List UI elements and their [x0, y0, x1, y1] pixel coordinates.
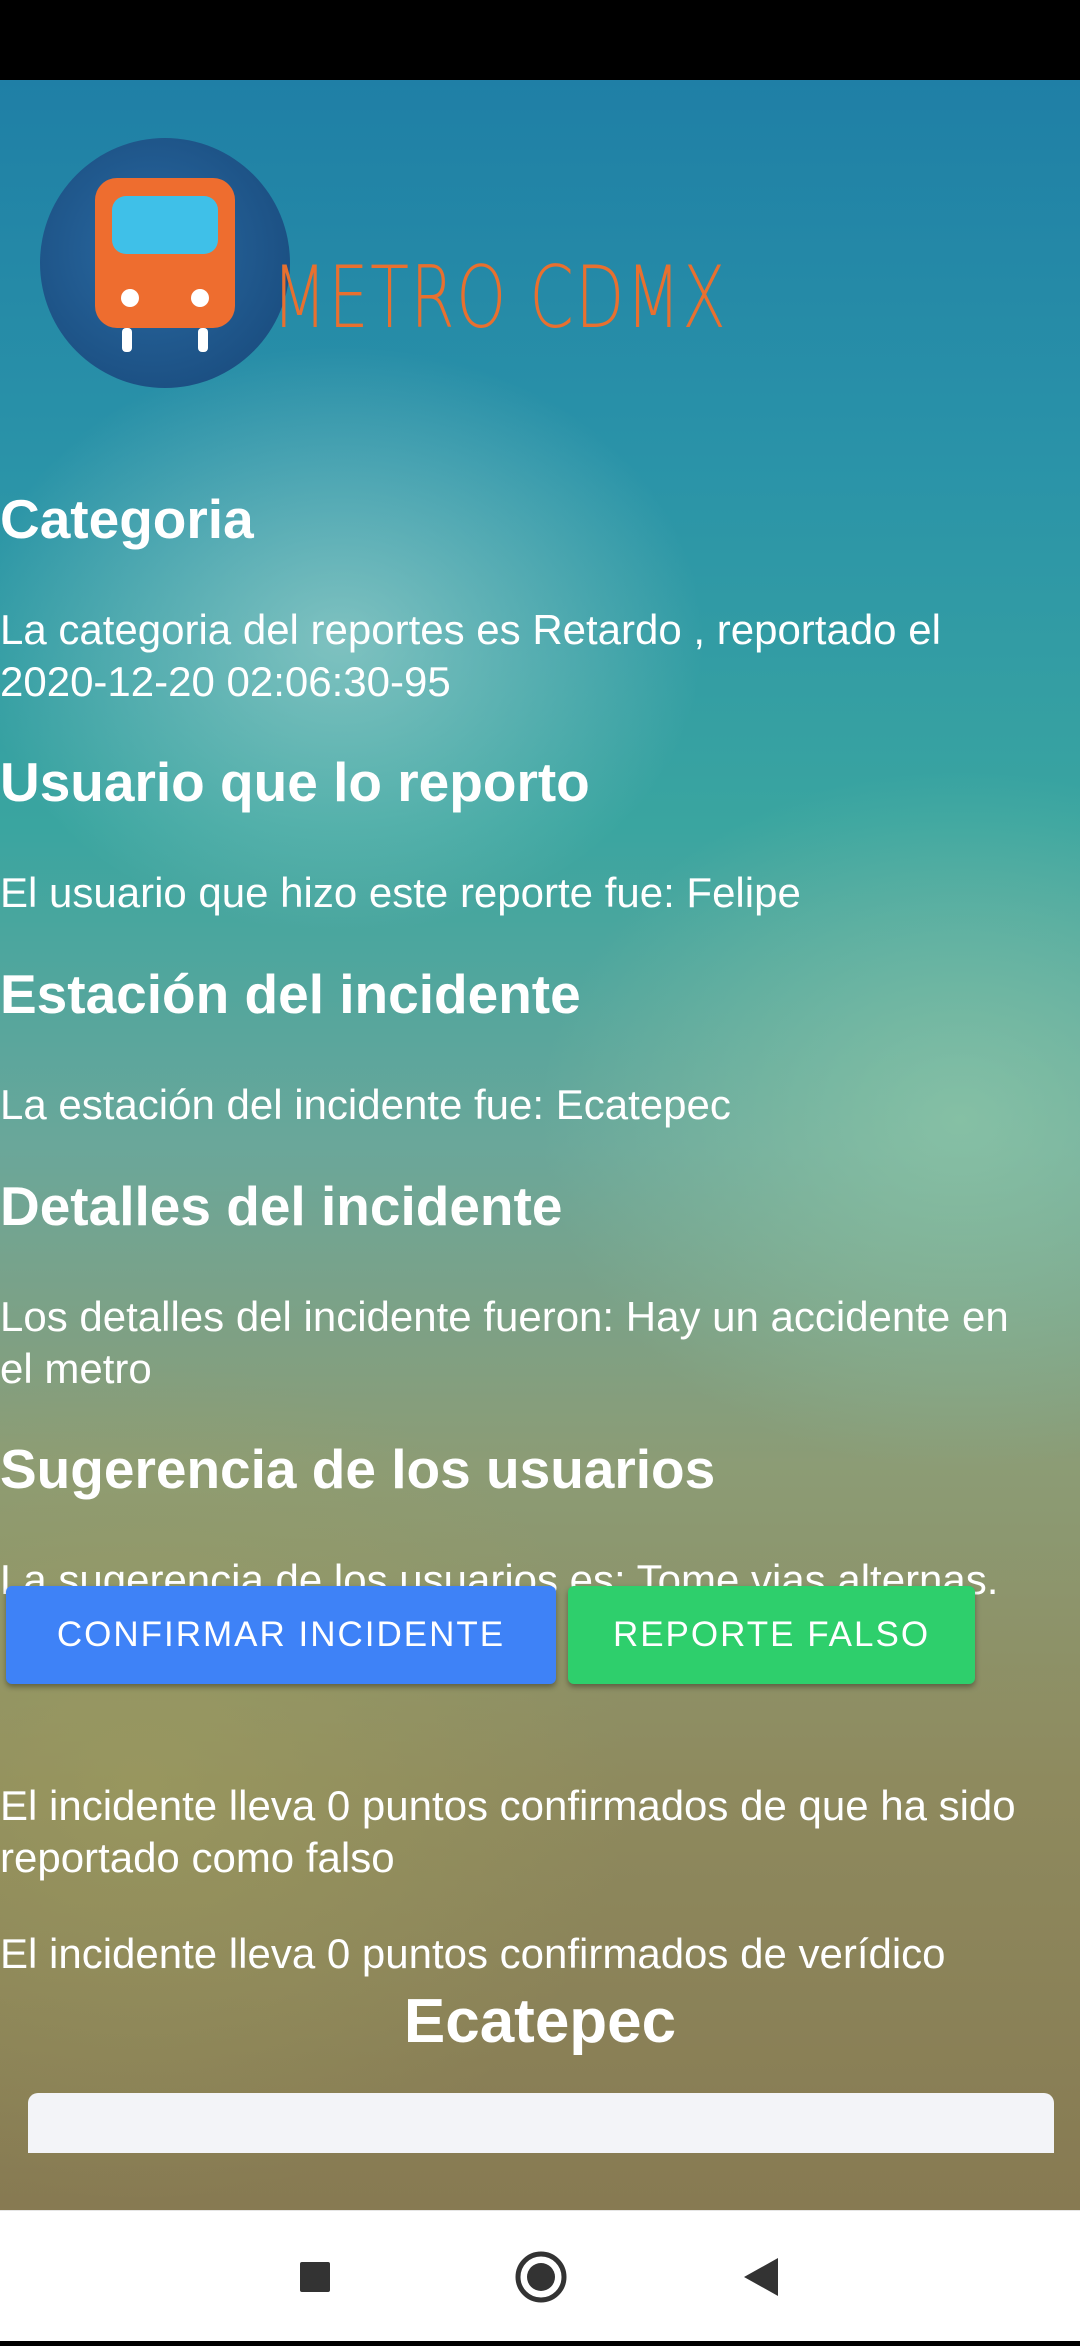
station-card[interactable] — [28, 2093, 1054, 2153]
categoria-section: Categoria — [0, 487, 1080, 551]
estacion-section: Estación del incidente — [0, 962, 1080, 1026]
status-bar — [0, 0, 1080, 80]
estacion-heading: Estación del incidente — [0, 963, 581, 1025]
detalles-section: Detalles del incidente — [0, 1174, 1080, 1238]
false-report-button[interactable]: REPORTE FALSO — [568, 1586, 975, 1684]
false-count-text: El incidente lleva 0 puntos confirmados … — [0, 1780, 1080, 1884]
usuario-text: El usuario que hizo este reporte fue: Fe… — [0, 869, 801, 916]
home-button[interactable] — [481, 2211, 601, 2341]
sugerencia-section: Sugerencia de los usuarios — [0, 1437, 1080, 1501]
usuario-text-wrap: El usuario que hizo este reporte fue: Fe… — [0, 867, 1080, 919]
app-logo: METRO CDMX — [40, 138, 726, 398]
recents-button[interactable] — [255, 2211, 375, 2341]
detalles-line1: Los detalles del incidente fueron: Hay u… — [0, 1293, 1009, 1340]
false-count-line1: El incidente lleva 0 puntos confirmados … — [0, 1782, 1016, 1829]
categoria-line2: 2020-12-20 02:06:30-95 — [0, 658, 451, 705]
triangle-back-icon — [744, 2258, 778, 2296]
bus-logo-circle — [40, 138, 290, 388]
true-count-line: El incidente lleva 0 puntos confirmados … — [0, 1930, 946, 1977]
circle-home-icon — [515, 2251, 567, 2303]
true-count-text: El incidente lleva 0 puntos confirmados … — [0, 1928, 1080, 1980]
detalles-line2: el metro — [0, 1345, 152, 1392]
estacion-text-wrap: La estación del incidente fue: Ecatepec — [0, 1079, 1080, 1131]
sugerencia-heading: Sugerencia de los usuarios — [0, 1438, 716, 1500]
false-count-line2: reportado como falso — [0, 1834, 395, 1881]
main-content: METRO CDMX Categoria La categoria del re… — [0, 80, 1080, 2210]
usuario-heading: Usuario que lo reporto — [0, 751, 590, 813]
square-icon — [300, 2262, 330, 2292]
detalles-heading: Detalles del incidente — [0, 1175, 563, 1237]
usuario-section: Usuario que lo reporto — [0, 750, 1080, 814]
categoria-line1: La categoria del reportes es Retardo , r… — [0, 606, 941, 653]
confirm-incident-button[interactable]: CONFIRMAR INCIDENTE — [6, 1586, 556, 1684]
estacion-text: La estación del incidente fue: Ecatepec — [0, 1081, 731, 1128]
categoria-text: La categoria del reportes es Retardo , r… — [0, 604, 1080, 708]
bus-icon — [95, 178, 235, 352]
back-button[interactable] — [700, 2211, 820, 2341]
logo-text: METRO CDMX — [272, 248, 728, 348]
detalles-text: Los detalles del incidente fueron: Hay u… — [0, 1291, 1080, 1395]
navigation-bar — [0, 2210, 1080, 2341]
categoria-heading: Categoria — [0, 488, 254, 550]
station-title: Ecatepec — [403, 1987, 677, 2056]
